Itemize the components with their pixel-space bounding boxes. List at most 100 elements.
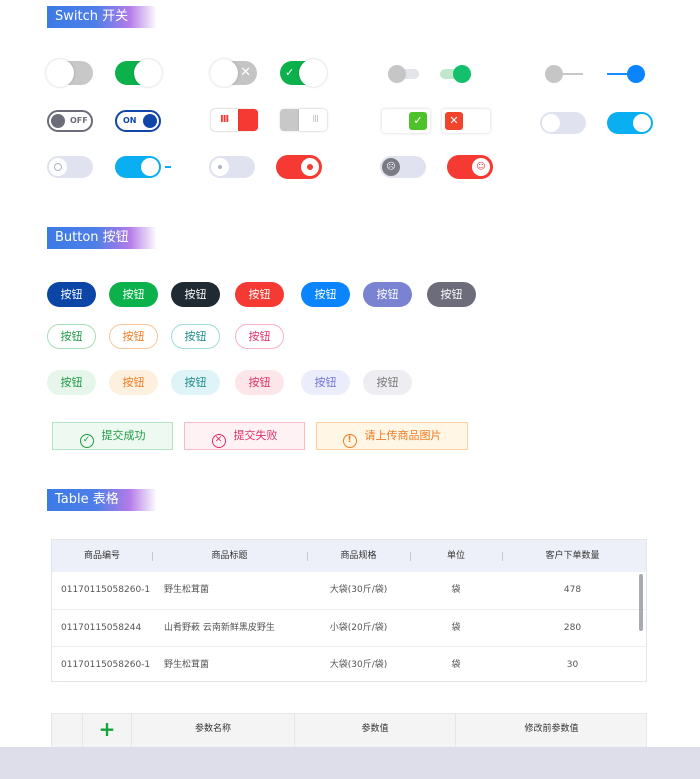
switch-flat-cyan-on[interactable] — [607, 112, 653, 134]
solid-button-4[interactable]: 按钮 — [235, 282, 284, 307]
solid-button-6[interactable]: 按钮 — [363, 282, 412, 307]
cell-order-quantity: 30 — [566, 660, 579, 670]
switch-text-on[interactable]: ON — [115, 110, 161, 132]
header-product-spec: 商品规格 — [340, 551, 377, 561]
message-text: 提交成功 — [101, 429, 146, 442]
switch-knob — [627, 65, 645, 83]
switch-line-blue-off[interactable] — [545, 65, 583, 83]
header-product-title: 商品标题 — [211, 551, 248, 561]
solid-button-3[interactable]: 按钮 — [171, 282, 220, 307]
message-box-1: ✓ 提交成功 — [52, 422, 173, 450]
sad-face-icon: ☹ — [382, 158, 400, 176]
close-icon: ✕ — [445, 112, 463, 130]
cell-product-id: 01170115058260-1 — [61, 585, 151, 595]
cell-order-quantity: 280 — [563, 623, 582, 633]
soft-button-3[interactable]: 按钮 — [171, 370, 220, 395]
table-row[interactable]: 01170115058260-1 野生松茸菌 大袋(30斤/袋) 袋 30 — [52, 646, 646, 683]
switch-knob — [299, 59, 327, 87]
button-section-title: Button 按钮 — [47, 227, 157, 249]
switch-dot-red-on[interactable] — [276, 155, 322, 179]
header-product-id: 商品编号 — [83, 551, 120, 561]
ring-icon — [54, 163, 62, 171]
switch-knob — [542, 114, 560, 132]
switch-text-off[interactable]: OFF — [47, 110, 93, 132]
switch-ring-off[interactable] — [47, 156, 93, 178]
switch-ios-check-on[interactable]: ✓ — [280, 59, 327, 87]
check-icon: ✓ — [409, 112, 427, 130]
outline-button-1[interactable]: 按钮 — [47, 324, 96, 349]
switch-material-green-off[interactable] — [388, 65, 419, 83]
switch-line-blue-on[interactable] — [607, 65, 645, 83]
cell-product-spec: 大袋(30斤/袋) — [329, 585, 388, 595]
switch-on-label: ON — [123, 116, 137, 125]
message-text: 提交失败 — [233, 429, 278, 442]
switch-flat-cyan-off[interactable] — [540, 112, 586, 134]
table-row[interactable]: 01170115058244 山肴野蔌 云南新鲜黑皮野生 小袋(20斤/袋) 袋 280 — [52, 609, 646, 646]
check-icon: ✓ — [285, 66, 295, 79]
switch-section-title: Switch 开关 — [47, 6, 157, 28]
switch-knob — [143, 114, 157, 128]
switch-knob — [51, 114, 65, 128]
soft-button-2[interactable]: 按钮 — [109, 370, 158, 395]
cell-product-id: 01170115058244 — [61, 623, 142, 633]
soft-button-4[interactable]: 按钮 — [235, 370, 284, 395]
check-circle-icon: ✓ — [79, 434, 94, 448]
switch-face-on[interactable]: ☺ — [447, 155, 493, 179]
grip-bars-icon: III — [312, 114, 319, 125]
switch-ios-gray-off[interactable] — [46, 59, 93, 87]
solid-button-1[interactable]: 按钮 — [47, 282, 96, 307]
switch-knob — [388, 65, 406, 83]
dash-indicator — [165, 166, 171, 168]
cell-unit: 袋 — [451, 660, 461, 670]
x-circle-icon: ✕ — [211, 434, 226, 448]
soft-button-1[interactable]: 按钮 — [47, 370, 96, 395]
outline-button-2[interactable]: 按钮 — [109, 324, 158, 349]
cell-product-spec: 小袋(20斤/袋) — [329, 623, 388, 633]
message-box-3: ! 请上传商品图片 — [316, 422, 468, 450]
switch-bars-red-on[interactable]: III — [211, 109, 258, 131]
switch-face-off[interactable]: ☹ — [380, 156, 426, 178]
table-header: 商品编号 商品标题 商品规格 单位 客户下单数量 — [52, 540, 646, 572]
cell-product-id: 01170115058260-1 — [61, 660, 151, 670]
outline-button-3[interactable]: 按钮 — [171, 324, 220, 349]
soft-button-5[interactable]: 按钮 — [301, 370, 350, 395]
outline-button-4[interactable]: 按钮 — [235, 324, 284, 349]
header-unit: 单位 — [446, 551, 465, 561]
warning-circle-icon: ! — [342, 434, 357, 448]
table-row[interactable]: 01170115058260-1 野生松茸菌 大袋(30斤/袋) 袋 478 — [52, 572, 646, 609]
switch-box-check-on[interactable]: ✓ — [382, 109, 430, 133]
table-scrollbar[interactable] — [639, 574, 643, 631]
switch-ios-green-on[interactable] — [115, 59, 162, 87]
grip-bars-icon: III — [220, 114, 229, 125]
message-text: 请上传商品图片 — [364, 429, 442, 442]
solid-button-7[interactable]: 按钮 — [427, 282, 476, 307]
dot-icon — [307, 164, 313, 170]
switch-box-x-off[interactable]: ✕ — [442, 109, 490, 133]
switch-knob — [46, 59, 74, 87]
product-table: 商品编号 商品标题 商品规格 单位 客户下单数量 01170115058260-… — [51, 539, 647, 682]
switch-ring-on[interactable] — [115, 156, 171, 178]
solid-button-5[interactable]: 按钮 — [301, 282, 350, 307]
table-section-title: Table 表格 — [47, 489, 157, 511]
bottom-band — [0, 747, 700, 779]
cell-product-title: 野生松茸菌 — [164, 585, 210, 595]
switch-knob — [141, 158, 159, 176]
cell-unit: 袋 — [451, 585, 461, 595]
switch-off-label: OFF — [70, 116, 88, 125]
switch-knob — [210, 59, 238, 87]
switch-bars-gray-off[interactable]: III — [280, 109, 327, 131]
soft-button-6[interactable]: 按钮 — [363, 370, 412, 395]
switch-material-green-on[interactable] — [440, 65, 471, 83]
switch-ios-x-off[interactable]: ✕ — [210, 59, 257, 87]
close-icon: ✕ — [240, 65, 251, 80]
cell-unit: 袋 — [451, 623, 461, 633]
switch-dot-off[interactable] — [209, 156, 255, 178]
message-box-2: ✕ 提交失败 — [184, 422, 305, 450]
plus-icon: + — [98, 717, 116, 741]
solid-button-2[interactable]: 按钮 — [109, 282, 158, 307]
header-order-quantity: 客户下单数量 — [545, 551, 600, 561]
switch-knob — [545, 65, 563, 83]
switch-knob — [633, 114, 651, 132]
smile-face-icon: ☺ — [472, 158, 490, 176]
switch-knob — [134, 59, 162, 87]
